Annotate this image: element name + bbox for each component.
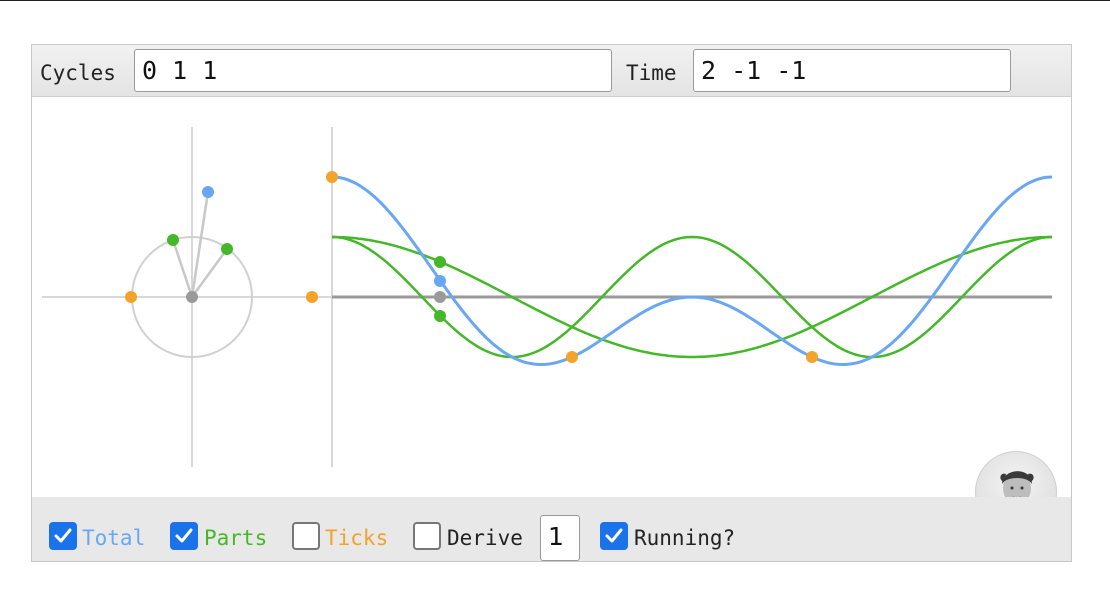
projection-tick-dot: [306, 291, 318, 303]
part-phasor-line-1: [171, 239, 194, 298]
total-label[interactable]: Total: [82, 526, 145, 550]
running-label[interactable]: Running?: [634, 526, 735, 550]
phasor-diagram: [42, 127, 332, 467]
wave-tick-dot-1: [326, 171, 338, 183]
part-phasor-dot-1: [167, 234, 179, 246]
top-border: [0, 0, 1110, 1]
derive-order-input[interactable]: 1: [540, 515, 580, 561]
cycles-input[interactable]: [134, 49, 612, 92]
ticks-checkbox[interactable]: [292, 522, 320, 550]
ticks-label[interactable]: Ticks: [325, 526, 388, 550]
running-checkbox[interactable]: [600, 522, 628, 550]
checkmark-icon: [605, 528, 623, 543]
circle-origin-dot: [186, 291, 198, 303]
parts-checkbox[interactable]: [170, 522, 198, 550]
derive-label[interactable]: Derive: [447, 526, 523, 550]
part-phasor-dot-2: [221, 243, 233, 255]
total-phasor-dot: [202, 186, 214, 198]
wave-tick-dot-3: [806, 351, 818, 363]
derive-checkbox[interactable]: [413, 522, 441, 550]
control-bar: Total Parts Ticks Derive 1 Running?: [32, 497, 1071, 561]
fourier-plot[interactable]: [32, 97, 1071, 497]
cursor-part-dot-1: [434, 256, 446, 268]
total-wave: [331, 175, 1053, 366]
checkmark-icon: [175, 528, 193, 543]
wave-tick-dot-2: [566, 351, 578, 363]
circle-tick-dot: [125, 291, 137, 303]
time-input[interactable]: [693, 49, 1011, 92]
cursor-total-dot: [434, 275, 446, 287]
total-phasor-line: [190, 191, 210, 298]
total-checkbox[interactable]: [49, 522, 77, 550]
time-label: Time: [626, 61, 677, 85]
header-bar: Cycles Time: [32, 45, 1071, 97]
checkmark-icon: [54, 528, 72, 543]
cycles-label: Cycles: [40, 61, 116, 85]
waveform-plot: [326, 127, 1053, 467]
cursor-part-dot-2: [434, 310, 446, 322]
fourier-app: Cycles Time: [31, 44, 1072, 562]
parts-label[interactable]: Parts: [204, 526, 267, 550]
cursor-baseline-dot: [434, 291, 446, 303]
